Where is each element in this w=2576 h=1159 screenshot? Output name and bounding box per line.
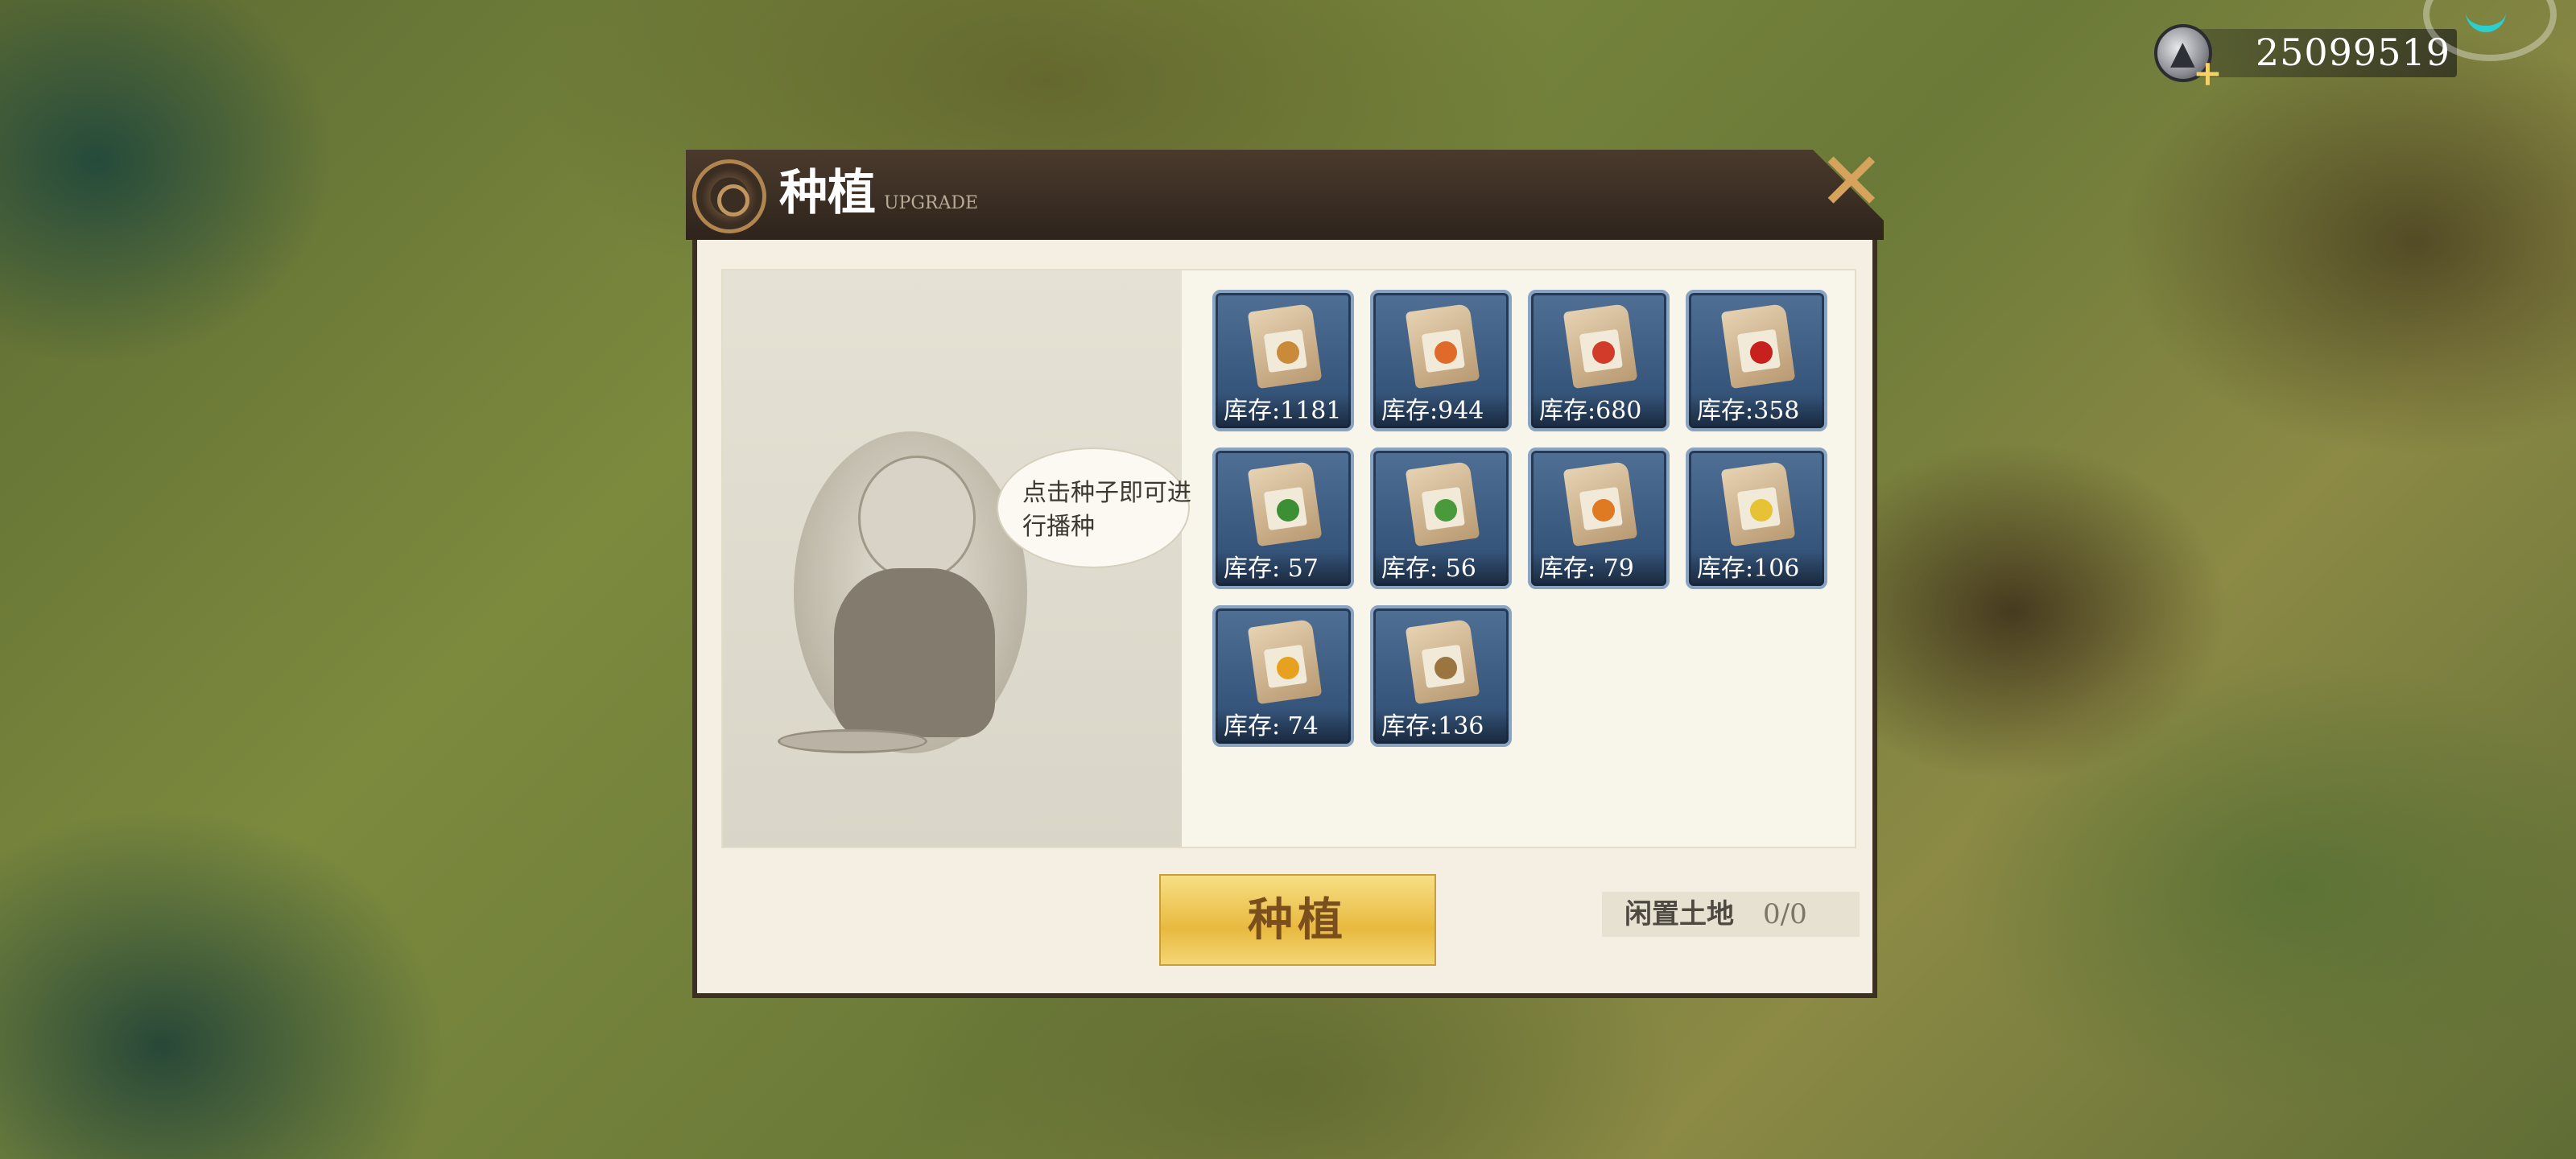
silver-coin-icon[interactable]: ▲ + — [2154, 24, 2223, 92]
tea-tray-icon — [778, 729, 927, 753]
currency-bar: ▲ + 25099519 — [2154, 24, 2457, 92]
potato-icon — [1435, 657, 1457, 679]
idle-land-box: 闲置土地 0/0 — [1602, 892, 1860, 937]
hint-text: 点击种子即可进行播种 — [1022, 479, 1191, 541]
carrot-icon — [1435, 341, 1457, 364]
character-area: 点击种子即可进行播种 — [723, 270, 1191, 847]
pumpkin-icon — [1592, 499, 1615, 522]
seed-slot-potato[interactable]: 库存:136 — [1370, 605, 1512, 747]
planting-dialog: 种植 UPGRADE ✕ 点击种子即可进行播种 库存:1181 库存:944 库存:… — [686, 142, 1885, 1006]
cabbage-icon — [1277, 499, 1299, 522]
tomato-icon — [1592, 341, 1615, 364]
seed-stock-label: 库存:680 — [1531, 394, 1666, 428]
dialog-header: 种植 UPGRADE — [686, 150, 1884, 240]
corn-icon — [1750, 499, 1773, 522]
seed-slot-lettuce[interactable]: 库存: 56 — [1370, 448, 1512, 589]
seed-slot-flower[interactable]: 库存: 74 — [1212, 605, 1354, 747]
dialog-body: 点击种子即可进行播种 库存:1181 库存:944 库存:680 库存:358 库存: … — [692, 240, 1877, 998]
seed-stock-label: 库存: 56 — [1373, 552, 1509, 586]
plant-button[interactable]: 种植 — [1159, 874, 1436, 966]
gear-icon — [692, 159, 766, 233]
seed-slot-chili[interactable]: 库存:358 — [1686, 290, 1827, 431]
seed-slot-corn[interactable]: 库存:106 — [1686, 448, 1827, 589]
seed-slot-carrot[interactable]: 库存:944 — [1370, 290, 1512, 431]
seed-stock-label: 库存: 74 — [1216, 710, 1351, 744]
seed-stock-label: 库存:358 — [1689, 394, 1824, 428]
seed-slot-cabbage[interactable]: 库存: 57 — [1212, 448, 1354, 589]
idle-land-label: 闲置土地 — [1624, 898, 1734, 930]
seed-stock-label: 库存: 79 — [1531, 552, 1666, 586]
seed-stock-label: 库存:944 — [1373, 394, 1509, 428]
currency-value: 25099519 — [2255, 31, 2450, 74]
dialog-title: 种植 — [779, 165, 876, 221]
flower-icon — [1277, 657, 1299, 679]
content-panel: 点击种子即可进行播种 库存:1181 库存:944 库存:680 库存:358 库存: … — [721, 269, 1856, 848]
wheat-icon — [1277, 341, 1299, 364]
maid-character-portrait — [778, 431, 1027, 753]
seed-slot-wheat[interactable]: 库存:1181 — [1212, 290, 1354, 431]
idle-land-value: 0/0 — [1763, 898, 1807, 930]
close-icon[interactable]: ✕ — [1818, 142, 1885, 222]
chili-icon — [1750, 341, 1773, 364]
seed-stock-label: 库存:106 — [1689, 552, 1824, 586]
dialog-subtitle: UPGRADE — [884, 193, 979, 213]
seed-stock-label: 库存:136 — [1373, 710, 1509, 744]
seed-stock-label: 库存: 57 — [1216, 552, 1351, 586]
seed-stock-label: 库存:1181 — [1216, 394, 1351, 428]
game-screen: { "currency": {"icon": "silver-coin-icon… — [0, 0, 2576, 1159]
seed-slot-pumpkin[interactable]: 库存: 79 — [1528, 448, 1670, 589]
lettuce-icon — [1435, 499, 1457, 522]
seed-slot-tomato[interactable]: 库存:680 — [1528, 290, 1670, 431]
